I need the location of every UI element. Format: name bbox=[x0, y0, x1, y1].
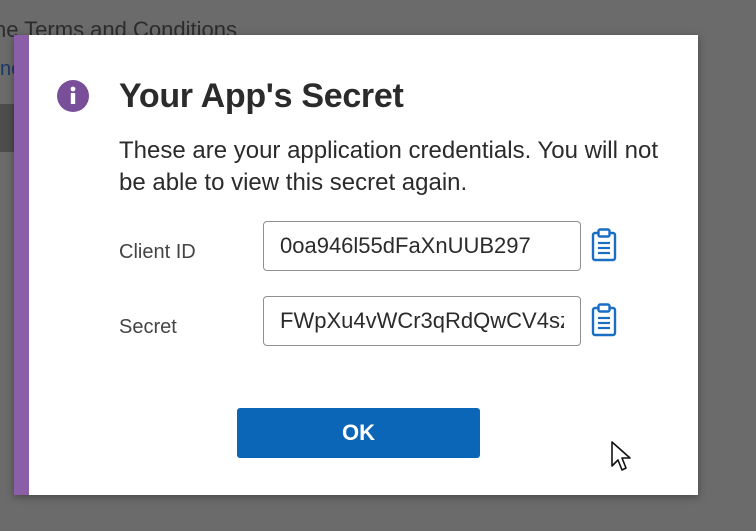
info-icon bbox=[57, 80, 89, 112]
dialog-title: Your App's Secret bbox=[119, 77, 404, 115]
client-id-field[interactable] bbox=[263, 221, 581, 271]
background-page-block bbox=[0, 104, 14, 152]
copy-client-id-button[interactable] bbox=[587, 226, 621, 266]
copy-secret-button[interactable] bbox=[587, 301, 621, 341]
ok-button[interactable]: OK bbox=[237, 408, 480, 458]
background-page-link: nc bbox=[0, 58, 14, 80]
app-secret-dialog: Your App's Secret These are your applica… bbox=[14, 35, 698, 495]
dialog-description: These are your application credentials. … bbox=[119, 137, 658, 196]
clipboard-icon bbox=[591, 302, 617, 340]
clipboard-icon bbox=[591, 227, 617, 265]
secret-field[interactable] bbox=[263, 296, 581, 346]
secret-label: Secret bbox=[119, 316, 177, 338]
client-id-label: Client ID bbox=[119, 241, 196, 263]
mouse-cursor-icon bbox=[610, 440, 634, 479]
